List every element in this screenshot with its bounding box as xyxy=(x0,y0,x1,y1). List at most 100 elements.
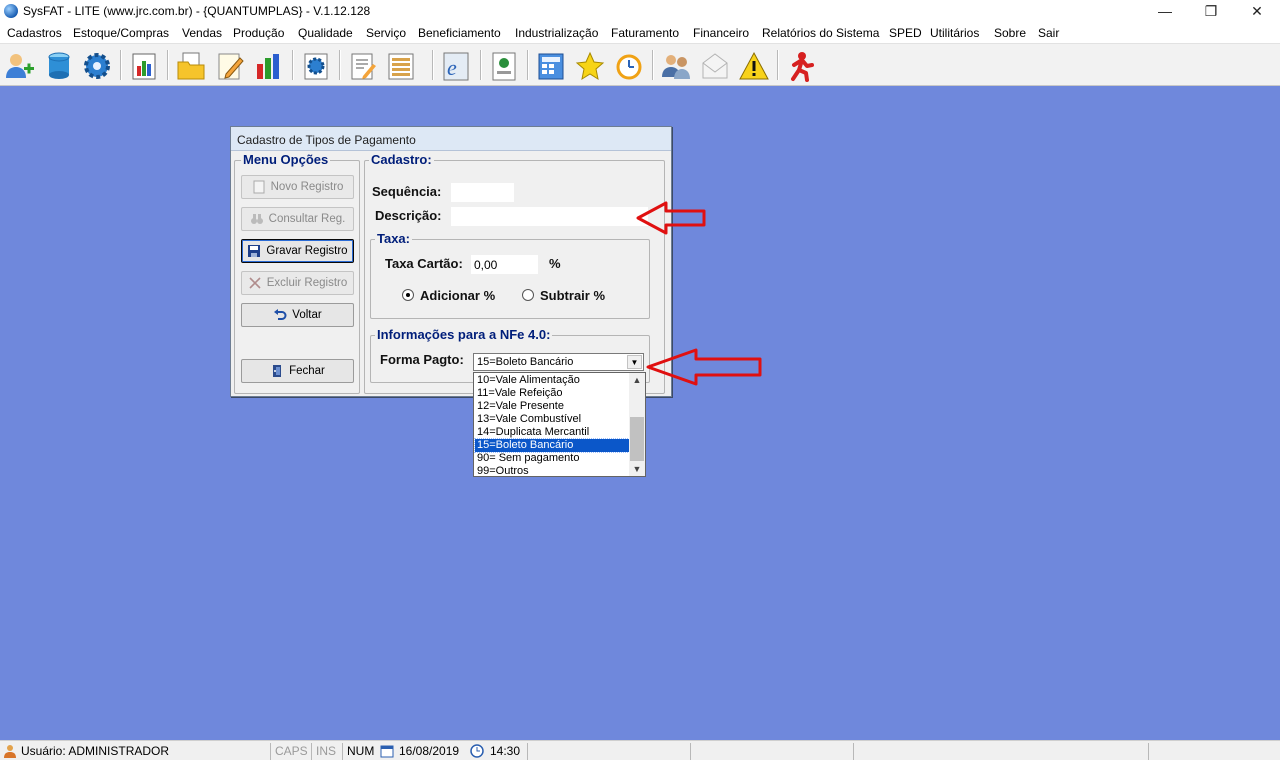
subtrair-label[interactable]: Subtrair % xyxy=(540,288,605,303)
toolbar-separator xyxy=(527,50,529,80)
toolbar-separator xyxy=(777,50,779,80)
list-item[interactable]: 99=Outros xyxy=(475,465,629,478)
status-panel xyxy=(853,743,1148,760)
sequencia-input[interactable] xyxy=(451,183,514,202)
toolbar-separator xyxy=(432,50,434,80)
undo-arrow-icon xyxy=(274,309,287,320)
novo-registro-label: Novo Registro xyxy=(270,181,344,193)
list-item[interactable]: 13=Vale Combustível xyxy=(475,413,629,426)
floppy-save-icon xyxy=(248,245,261,257)
menu-producao[interactable]: Produção xyxy=(233,26,284,40)
status-num: NUM xyxy=(342,743,377,760)
list-doc-icon[interactable] xyxy=(385,50,417,82)
toolbar: e xyxy=(0,43,1280,86)
forma-pagto-value: 15=Boleto Bancário xyxy=(477,356,574,368)
svg-text:e: e xyxy=(447,55,457,80)
taxa-group: Taxa: xyxy=(370,231,650,319)
image-doc-icon[interactable] xyxy=(488,50,520,82)
database-icon[interactable] xyxy=(43,50,75,82)
status-date: 16/08/2019 xyxy=(399,744,460,758)
warning-icon[interactable] xyxy=(738,50,770,82)
voltar-button[interactable]: Voltar xyxy=(241,303,354,327)
descricao-input[interactable] xyxy=(451,207,648,226)
menu-financeiro[interactable]: Financeiro xyxy=(693,26,749,40)
menu-industrializacao[interactable]: Industrialização xyxy=(515,26,598,40)
consultar-registro-button[interactable]: Consultar Reg. xyxy=(241,207,354,231)
alarm-clock-icon[interactable] xyxy=(613,50,645,82)
menu-estoque-compras[interactable]: Estoque/Compras xyxy=(73,26,169,40)
scroll-up-icon[interactable]: ▲ xyxy=(629,373,645,387)
taxa-cartao-label: Taxa Cartão: xyxy=(385,256,463,271)
toolbar-separator xyxy=(480,50,482,80)
scroll-down-icon[interactable]: ▼ xyxy=(629,462,645,476)
calendar-icon xyxy=(380,745,394,758)
adicionar-label[interactable]: Adicionar % xyxy=(420,288,495,303)
status-panel xyxy=(1148,743,1280,760)
list-item[interactable]: 12=Vale Presente xyxy=(475,400,629,413)
dialog-title: Cadastro de Tipos de Pagamento xyxy=(237,133,416,147)
close-button[interactable]: ✕ xyxy=(1234,0,1280,23)
fechar-button[interactable]: Fechar xyxy=(241,359,354,383)
menu-sped[interactable]: SPED xyxy=(889,26,922,40)
fechar-label: Fechar xyxy=(289,365,325,377)
minimize-button[interactable]: — xyxy=(1142,0,1188,23)
adicionar-radio[interactable] xyxy=(402,289,414,301)
edit-doc-icon[interactable] xyxy=(347,50,379,82)
nfe-icon[interactable]: e xyxy=(440,50,472,82)
gear-icon[interactable] xyxy=(81,50,113,82)
exit-runner-icon[interactable] xyxy=(785,50,817,82)
binoculars-icon xyxy=(250,214,263,224)
forma-pagto-dropdown[interactable]: 10=Vale Alimentação 11=Vale Refeição 12=… xyxy=(473,372,646,477)
users-add-icon[interactable] xyxy=(4,50,36,82)
scroll-thumb[interactable] xyxy=(630,417,644,461)
dropdown-arrow-icon[interactable]: ▼ xyxy=(627,355,642,369)
list-item[interactable]: 11=Vale Refeição xyxy=(475,387,629,400)
gravar-registro-button[interactable]: Gravar Registro xyxy=(241,239,354,263)
nfe-title: Informações para a NFe 4.0: xyxy=(375,327,553,342)
bar-chart-icon[interactable] xyxy=(253,50,285,82)
dropdown-scrollbar[interactable]: ▲ ▼ xyxy=(629,373,645,476)
menu-qualidade[interactable]: Qualidade xyxy=(298,26,353,40)
taxa-cartao-input[interactable] xyxy=(471,255,538,274)
voltar-label: Voltar xyxy=(292,309,322,321)
clock-icon xyxy=(470,744,484,758)
taxa-percent-unit: % xyxy=(549,256,561,271)
forma-pagto-label: Forma Pagto: xyxy=(380,352,464,367)
people-chat-icon[interactable] xyxy=(660,50,692,82)
new-doc-icon xyxy=(253,180,265,194)
menu-sobre[interactable]: Sobre xyxy=(994,26,1026,40)
status-user: Usuário: ADMINISTRADOR xyxy=(21,744,170,758)
novo-registro-button[interactable]: Novo Registro xyxy=(241,175,354,199)
status-panel xyxy=(690,743,853,760)
menu-vendas[interactable]: Vendas xyxy=(182,26,222,40)
mail-icon[interactable] xyxy=(699,50,731,82)
excluir-registro-button[interactable]: Excluir Registro xyxy=(241,271,354,295)
menu-relatorios[interactable]: Relatórios do Sistema xyxy=(762,26,879,40)
calculator-icon[interactable] xyxy=(535,50,567,82)
taxa-title: Taxa: xyxy=(375,231,412,246)
list-item[interactable]: 10=Vale Alimentação xyxy=(475,374,629,387)
pencil-doc-icon[interactable] xyxy=(214,50,246,82)
dialog-title-bar: Cadastro de Tipos de Pagamento xyxy=(231,127,671,151)
subtrair-radio[interactable] xyxy=(522,289,534,301)
annotation-arrow-icon xyxy=(636,201,706,235)
list-item[interactable]: 90= Sem pagamento xyxy=(475,452,629,465)
toolbar-separator xyxy=(120,50,122,80)
chart-book-icon[interactable] xyxy=(128,50,160,82)
menu-cadastros[interactable]: Cadastros xyxy=(7,26,62,40)
toolbar-separator xyxy=(167,50,169,80)
menu-utilitarios[interactable]: Utilitários xyxy=(930,26,979,40)
list-item[interactable]: 14=Duplicata Mercantil xyxy=(475,426,629,439)
menu-faturamento[interactable]: Faturamento xyxy=(611,26,679,40)
cadastro-title: Cadastro: xyxy=(369,152,434,167)
star-icon[interactable] xyxy=(574,50,606,82)
menu-servico[interactable]: Serviço xyxy=(366,26,406,40)
menu-beneficiamento[interactable]: Beneficiamento xyxy=(418,26,501,40)
settings-doc-icon[interactable] xyxy=(300,50,332,82)
annotation-arrow-icon xyxy=(646,348,762,386)
list-item-selected[interactable]: 15=Boleto Bancário xyxy=(474,438,630,453)
restore-button[interactable]: ❐ xyxy=(1188,0,1234,23)
folder-docs-icon[interactable] xyxy=(175,50,207,82)
menu-sair[interactable]: Sair xyxy=(1038,26,1059,40)
forma-pagto-select[interactable]: 15=Boleto Bancário ▼ xyxy=(473,353,644,371)
